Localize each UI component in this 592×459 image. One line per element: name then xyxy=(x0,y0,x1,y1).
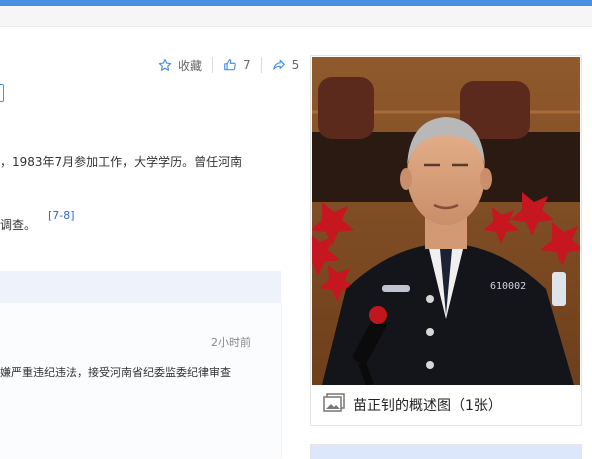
portrait-photo[interactable]: 610002 xyxy=(312,57,580,385)
album-caption-text: 苗正钊的概述图（1张） xyxy=(353,398,502,414)
news-snippet[interactable]: 嫌严重违纪违法，接受河南省纪委监委纪律审查 xyxy=(0,364,231,380)
album-caption[interactable]: 苗正钊的概述图（1张） xyxy=(323,393,502,417)
news-section-header xyxy=(0,271,281,303)
thumbs-up-icon xyxy=(223,58,237,72)
news-card[interactable] xyxy=(0,303,282,458)
star-icon xyxy=(158,58,172,72)
article-paragraph-2: 调查。 xyxy=(0,218,37,232)
like-count: 7 xyxy=(243,58,251,72)
edit-link-fragment[interactable] xyxy=(0,84,4,102)
article-actions: 收藏 7 5 xyxy=(158,54,299,76)
news-timestamp: 2小时前 xyxy=(211,336,251,349)
next-card[interactable] xyxy=(310,444,582,459)
share-button[interactable]: 5 xyxy=(272,58,300,72)
article-paragraph-1: ，1983年7月参加工作，大学学历。曾任河南 xyxy=(0,155,243,169)
image-gallery-icon xyxy=(323,393,345,417)
share-count: 5 xyxy=(291,58,300,72)
album-card[interactable]: 610002 苗正钊的概述图（1张） xyxy=(310,55,582,426)
collect-label: 收藏 xyxy=(178,58,203,73)
divider xyxy=(212,57,214,73)
collect-button[interactable]: 收藏 xyxy=(158,57,202,74)
share-icon xyxy=(272,58,286,72)
svg-text:610002: 610002 xyxy=(490,281,526,292)
top-nav-strip xyxy=(0,6,592,27)
divider xyxy=(260,57,262,73)
citation-link[interactable]: [7-8] xyxy=(48,209,75,222)
like-button[interactable]: 7 xyxy=(223,58,251,72)
